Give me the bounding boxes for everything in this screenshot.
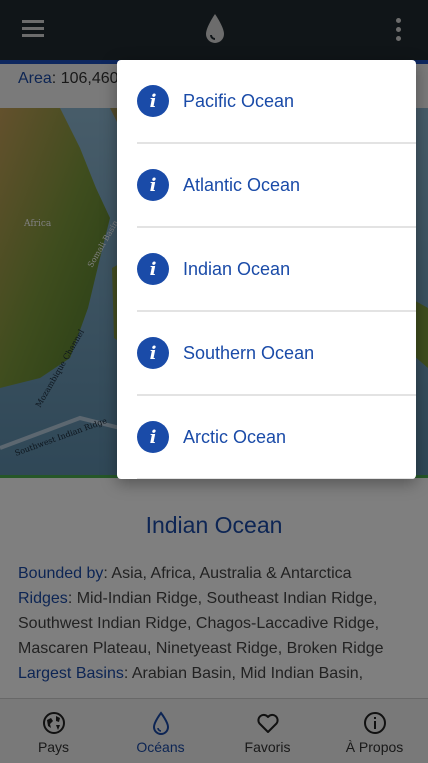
menu-item-atlantic[interactable]: i Atlantic Ocean	[137, 144, 416, 228]
info-icon: i	[137, 169, 169, 201]
info-icon: i	[137, 421, 169, 453]
ocean-dropdown-menu: i Pacific Ocean i Atlantic Ocean i India…	[117, 60, 416, 479]
menu-item-label: Atlantic Ocean	[183, 174, 301, 195]
menu-item-southern[interactable]: i Southern Ocean	[137, 312, 416, 396]
menu-item-label: Indian Ocean	[183, 258, 291, 279]
info-icon: i	[137, 85, 169, 117]
menu-item-arctic[interactable]: i Arctic Ocean	[137, 396, 416, 479]
menu-item-pacific[interactable]: i Pacific Ocean	[137, 60, 416, 144]
menu-item-label: Pacific Ocean	[183, 90, 295, 111]
menu-item-label: Southern Ocean	[183, 342, 315, 363]
info-icon: i	[137, 253, 169, 285]
menu-item-label: Arctic Ocean	[183, 426, 287, 447]
app-root: Area: 106,460 Africa	[0, 0, 428, 763]
info-icon: i	[137, 337, 169, 369]
menu-item-indian[interactable]: i Indian Ocean	[137, 228, 416, 312]
